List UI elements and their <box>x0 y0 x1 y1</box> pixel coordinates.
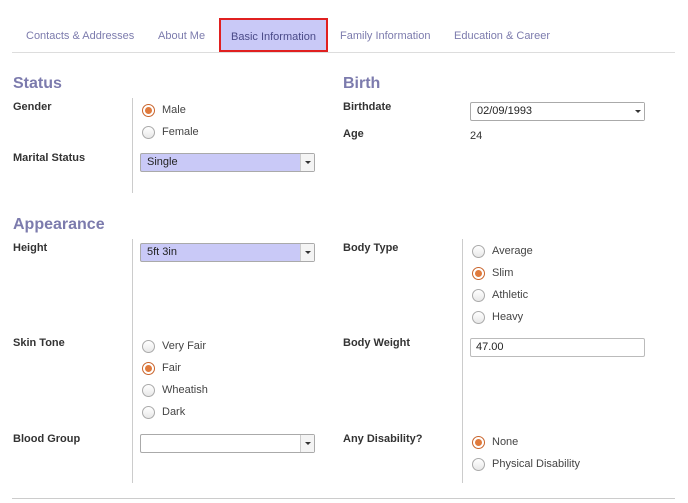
body-weight-input[interactable]: 47.00 <box>470 338 645 357</box>
age-value: 24 <box>470 130 483 142</box>
radio-unchecked-icon[interactable] <box>472 457 485 471</box>
body-type-option-athletic[interactable]: Athletic <box>472 286 528 304</box>
birthdate-value: 02/09/1993 <box>477 105 533 117</box>
disability-option-label: None <box>492 436 519 448</box>
appearance-section-title: Appearance <box>13 216 105 233</box>
marital-status-label: Marital Status <box>13 152 86 164</box>
body-type-option-average[interactable]: Average <box>472 242 533 260</box>
radio-unchecked-icon[interactable] <box>472 310 485 324</box>
body-type-option-heavy[interactable]: Heavy <box>472 308 523 326</box>
marital-status-value: Single <box>147 156 178 168</box>
height-label: Height <box>13 242 48 254</box>
skin-tone-option-label: Fair <box>162 362 181 374</box>
skin-tone-option-label: Dark <box>162 406 186 418</box>
radio-unchecked-icon[interactable] <box>142 383 155 397</box>
disability-option-none[interactable]: None <box>472 433 518 451</box>
gender-option-female[interactable]: Female <box>142 123 199 141</box>
skin-tone-option-fair[interactable]: Fair <box>142 359 181 377</box>
birthdate-field[interactable]: 02/09/1993 <box>470 102 645 121</box>
form-bottom-divider <box>12 498 675 499</box>
radio-checked-icon[interactable] <box>142 103 155 117</box>
radio-unchecked-icon[interactable] <box>472 288 485 302</box>
gender-label: Gender <box>13 101 52 113</box>
radio-unchecked-icon[interactable] <box>142 405 155 419</box>
appearance-left-column-divider <box>132 239 133 483</box>
skin-tone-option-wheatish[interactable]: Wheatish <box>142 381 208 399</box>
body-type-label: Body Type <box>343 242 399 254</box>
radio-checked-icon[interactable] <box>472 266 485 280</box>
birthdate-label: Birthdate <box>343 101 392 113</box>
body-type-option-label: Athletic <box>492 289 529 301</box>
marital-status-select[interactable]: Single <box>140 153 315 172</box>
chevron-down-icon[interactable] <box>631 103 644 120</box>
height-select[interactable]: 5ft 3in <box>140 243 315 262</box>
disability-label: Any Disability? <box>343 433 423 445</box>
tab-family-information[interactable]: Family Information <box>330 20 440 52</box>
birth-section-title: Birth <box>343 75 381 92</box>
skin-tone-option-label: Very Fair <box>162 340 207 352</box>
height-value: 5ft 3in <box>147 246 177 258</box>
age-label: Age <box>343 128 364 140</box>
tab-contacts-addresses[interactable]: Contacts & Addresses <box>16 20 144 52</box>
body-type-option-label: Heavy <box>492 311 524 323</box>
disability-option-label: Physical Disability <box>492 458 581 470</box>
chevron-down-icon[interactable] <box>300 435 314 452</box>
appearance-right-column-divider <box>462 239 463 483</box>
body-type-option-slim[interactable]: Slim <box>472 264 513 282</box>
body-type-option-label: Average <box>492 245 533 257</box>
skin-tone-option-dark[interactable]: Dark <box>142 403 185 421</box>
blood-group-select[interactable] <box>140 434 315 453</box>
gender-option-label: Female <box>162 126 199 138</box>
chevron-down-icon[interactable] <box>300 154 314 171</box>
disability-option-physical[interactable]: Physical Disability <box>472 455 580 473</box>
tab-basic-information[interactable]: Basic Information <box>219 18 328 52</box>
skin-tone-label: Skin Tone <box>13 337 65 349</box>
body-weight-value: 47.00 <box>476 341 504 353</box>
radio-checked-icon[interactable] <box>472 435 485 449</box>
radio-unchecked-icon[interactable] <box>472 244 485 258</box>
radio-unchecked-icon[interactable] <box>142 339 155 353</box>
tab-about-me[interactable]: About Me <box>148 20 215 52</box>
radio-unchecked-icon[interactable] <box>142 125 155 139</box>
blood-group-label: Blood Group <box>13 433 81 445</box>
radio-checked-icon[interactable] <box>142 361 155 375</box>
tab-bar-divider <box>12 52 675 53</box>
gender-option-male[interactable]: Male <box>142 101 186 119</box>
body-type-option-label: Slim <box>492 267 514 279</box>
skin-tone-option-label: Wheatish <box>162 384 208 396</box>
gender-option-label: Male <box>162 104 186 116</box>
chevron-down-icon[interactable] <box>300 244 314 261</box>
body-weight-label: Body Weight <box>343 337 411 349</box>
status-column-divider <box>132 98 133 193</box>
status-section-title: Status <box>13 75 62 92</box>
skin-tone-option-very-fair[interactable]: Very Fair <box>142 337 206 355</box>
tab-education-career[interactable]: Education & Career <box>444 20 560 52</box>
